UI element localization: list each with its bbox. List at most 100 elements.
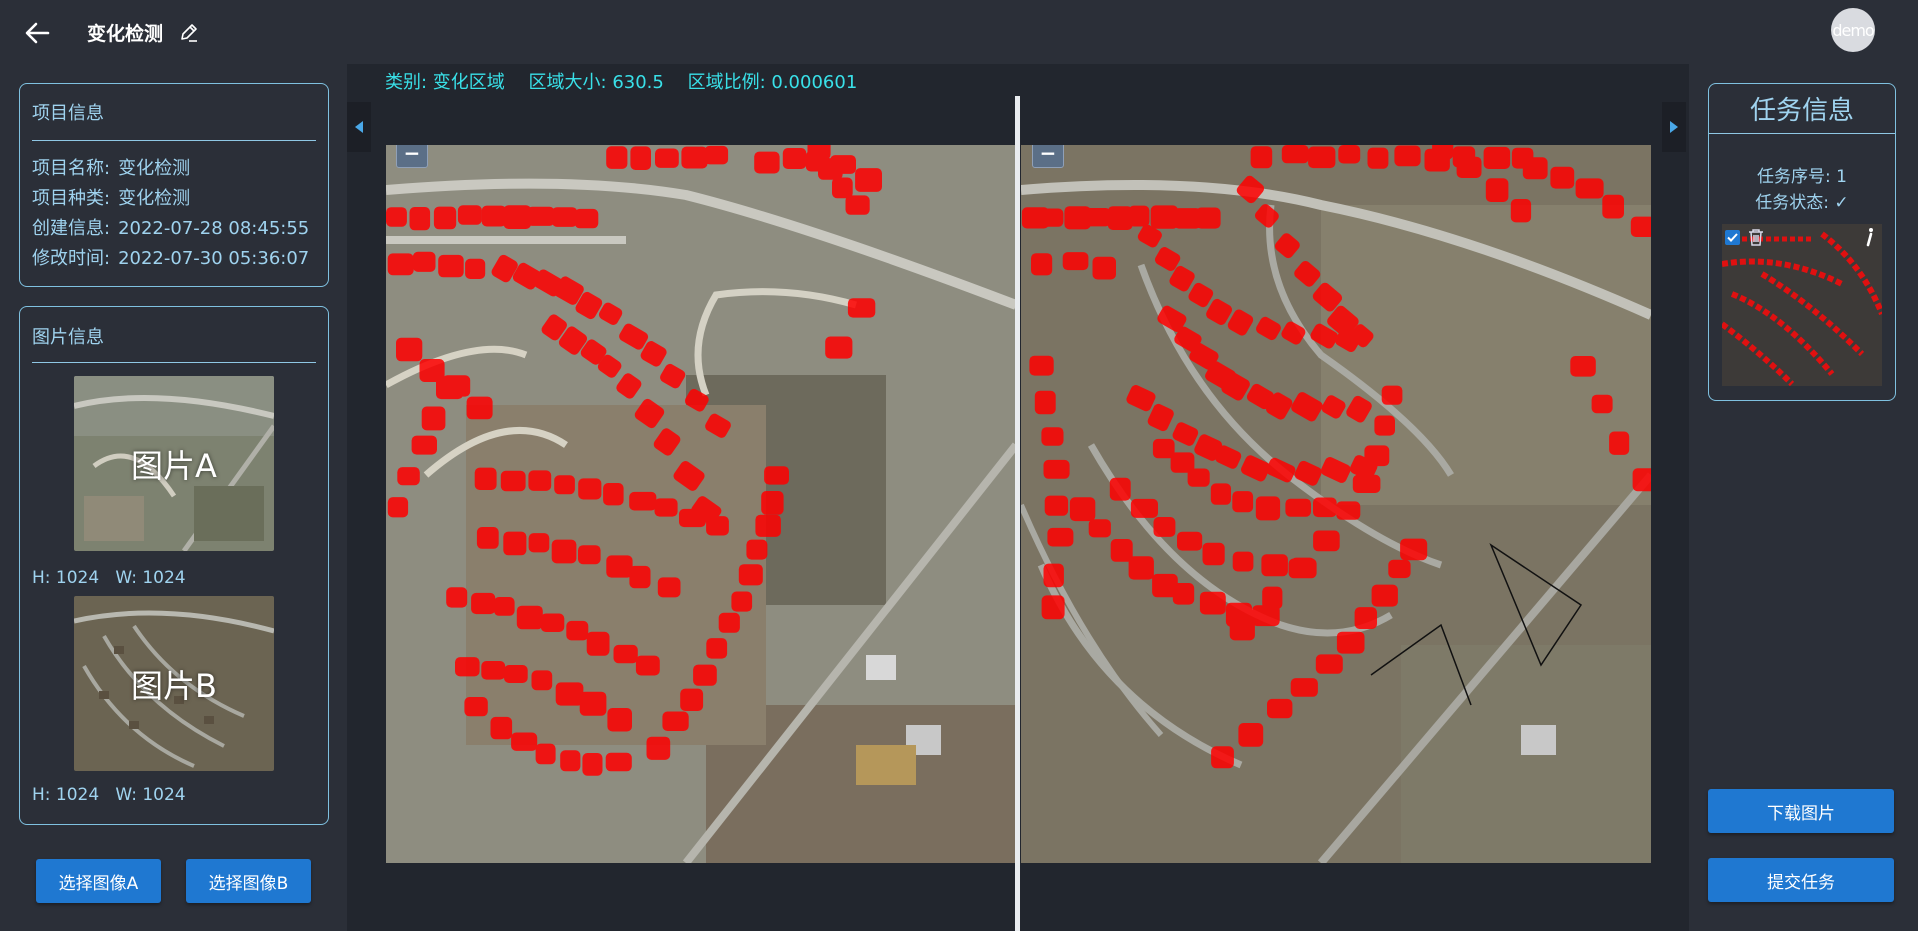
- change-region-mask: [1229, 618, 1255, 641]
- project-info-row: 创建信息: 2022-07-28 08:45:55: [32, 214, 309, 240]
- zoom-out-button-b[interactable]: −: [1033, 145, 1063, 167]
- delete-task-button[interactable]: [1747, 228, 1765, 247]
- compare-slider-handle[interactable]: [1015, 96, 1020, 931]
- image-b-map[interactable]: + −: [1021, 145, 1651, 863]
- change-region-mask: [755, 514, 781, 537]
- zoom-out-button-a[interactable]: −: [397, 145, 427, 167]
- project-info-title: 项目信息: [32, 103, 104, 124]
- download-image-button[interactable]: 下载图片: [1708, 789, 1894, 833]
- task-thumbnail[interactable]: [1722, 224, 1882, 386]
- change-region-mask: [1043, 563, 1064, 588]
- change-region-mask: [1483, 146, 1511, 169]
- change-region-mask: [662, 711, 689, 731]
- change-region-mask: [1308, 146, 1336, 169]
- image-b-size: H: 1024 W: 1024: [32, 785, 186, 805]
- change-region-mask: [1364, 445, 1390, 467]
- arrow-left-icon: [25, 22, 50, 44]
- change-region-mask: [1130, 498, 1158, 518]
- change-region-mask: [1085, 208, 1111, 227]
- change-region-mask: [807, 145, 831, 160]
- change-region-mask: [1400, 538, 1428, 561]
- select-image-a-button[interactable]: 选择图像A: [36, 859, 161, 903]
- info-button[interactable]: [1863, 227, 1877, 247]
- image-info-panel: 图片信息 图片A H: 1024 W: 1024 图片B H: 1024 W: …: [19, 306, 329, 825]
- change-region-mask: [1261, 554, 1288, 577]
- change-region-mask: [1288, 558, 1317, 579]
- change-region-mask: [527, 206, 555, 226]
- change-region-mask: [397, 467, 420, 486]
- change-region-mask: [1367, 147, 1389, 169]
- change-region-mask: [438, 254, 464, 278]
- change-region-mask: [738, 564, 763, 586]
- change-region-mask: [679, 508, 706, 528]
- change-region-mask: [1632, 468, 1651, 492]
- change-region-mask: [582, 753, 603, 776]
- change-region-mask: [845, 195, 870, 215]
- task-checkbox[interactable]: [1725, 230, 1740, 245]
- change-region-mask: [1381, 385, 1403, 405]
- info-icon: [1866, 228, 1873, 247]
- change-region-mask: [481, 661, 506, 680]
- select-image-b-button[interactable]: 选择图像B: [186, 859, 311, 903]
- change-region-mask: [457, 205, 482, 225]
- change-region-mask: [387, 497, 409, 518]
- change-region-mask: [1570, 356, 1596, 377]
- change-region-mask: [1062, 252, 1089, 271]
- change-region-mask: [1088, 519, 1111, 538]
- change-region-mask: [471, 592, 496, 615]
- change-region-mask: [782, 148, 807, 169]
- change-region-mask: [1177, 531, 1203, 551]
- change-region-mask: [1315, 654, 1343, 674]
- change-region-mask: [761, 491, 784, 515]
- submit-task-button[interactable]: 提交任务: [1708, 858, 1894, 902]
- change-region-mask: [387, 253, 414, 276]
- change-region-mask: [481, 205, 507, 227]
- image-b-canvas: [1021, 145, 1651, 863]
- change-region-mask: [657, 577, 681, 598]
- change-region-mask: [825, 336, 853, 359]
- change-region-mask: [1092, 256, 1116, 280]
- change-region-mask: [1043, 459, 1070, 479]
- image-a-map[interactable]: + −: [386, 145, 1016, 863]
- image-a-label: 图片A: [131, 446, 217, 485]
- divider: [32, 362, 316, 363]
- change-region-mask: [586, 631, 610, 656]
- change-region-mask: [1041, 595, 1065, 620]
- change-region-mask: [476, 527, 499, 549]
- change-region-mask: [1352, 474, 1381, 493]
- avatar[interactable]: demo: [1831, 8, 1875, 52]
- change-region-mask: [566, 620, 589, 641]
- project-info-value: 2022-07-30 05:36:07: [118, 248, 310, 269]
- change-region-mask: [1041, 208, 1064, 227]
- image-a-thumbnail[interactable]: 图片A: [74, 376, 274, 551]
- change-region-mask: [1210, 483, 1231, 505]
- image-b-thumbnail[interactable]: 图片B: [74, 596, 274, 771]
- change-region-mask: [1591, 394, 1613, 414]
- change-region-mask: [1199, 591, 1226, 615]
- change-region-mask: [1313, 497, 1337, 518]
- change-region-mask: [1354, 607, 1377, 629]
- change-region-mask: [574, 208, 599, 229]
- change-region-mask: [466, 396, 493, 420]
- edit-title-button[interactable]: [178, 22, 200, 44]
- change-region-mask: [464, 697, 488, 717]
- change-region-mask: [1388, 559, 1411, 579]
- change-region-mask: [1232, 491, 1254, 513]
- change-region-mask: [613, 644, 638, 664]
- change-region-mask: [436, 376, 464, 400]
- change-region-mask: [412, 251, 436, 272]
- collapse-left-button[interactable]: [347, 102, 371, 152]
- change-region-mask: [681, 146, 708, 169]
- pencil-icon: [181, 24, 197, 42]
- change-region-mask: [731, 591, 753, 612]
- change-region-mask: [1196, 207, 1221, 229]
- image-a-canvas: [386, 145, 1016, 863]
- collapse-right-button[interactable]: [1662, 102, 1686, 152]
- project-info-value: 2022-07-28 08:45:55: [118, 218, 310, 239]
- divider: [32, 140, 316, 141]
- change-region-mask: [1153, 517, 1176, 537]
- task-number: 任务序号: 1: [1757, 167, 1847, 187]
- back-button[interactable]: [22, 20, 52, 46]
- change-region-mask: [606, 555, 633, 578]
- change-region-mask: [433, 206, 457, 230]
